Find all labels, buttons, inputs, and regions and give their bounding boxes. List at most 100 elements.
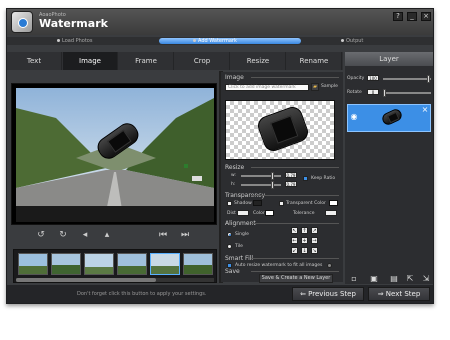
close-button[interactable]: × xyxy=(421,12,431,21)
save-new-layer-button[interactable]: Save & Create a New Layer xyxy=(259,274,333,283)
align-top-left-icon[interactable]: ↖ xyxy=(291,227,298,234)
minimize-button[interactable]: _ xyxy=(407,12,417,21)
next-step-button[interactable]: ⇒ Next Step xyxy=(368,287,430,301)
tab-image[interactable]: Image xyxy=(63,52,118,70)
height-value[interactable]: 0.79 xyxy=(285,181,297,187)
opacity-slider[interactable] xyxy=(383,75,431,83)
previous-step-button[interactable]: ⇐ Previous Step xyxy=(292,287,364,301)
height-slider[interactable] xyxy=(241,181,281,189)
section-resize: Resize xyxy=(225,164,341,171)
width-slider-knob[interactable] xyxy=(271,172,274,180)
title-bar: AoaoPhoto Watermark ? _ × xyxy=(7,9,433,35)
align-center-icon[interactable]: + xyxy=(301,237,308,244)
watermark-image xyxy=(255,104,311,154)
tolerance-label: Tolerance xyxy=(293,211,315,216)
step-add-watermark[interactable]: Add Watermark xyxy=(193,37,237,45)
single-radio[interactable] xyxy=(227,232,232,237)
thumbnail[interactable] xyxy=(183,253,213,275)
opacity-label: Opacity xyxy=(347,76,365,81)
height-slider-knob[interactable] xyxy=(271,181,274,189)
align-top-right-icon[interactable]: ↗ xyxy=(311,227,318,234)
section-smart-fill: Smart Fill xyxy=(225,255,340,262)
thumbnail[interactable] xyxy=(117,253,147,275)
layer-header: Layer xyxy=(345,52,433,66)
footer-bar: Don't forget click this button to apply … xyxy=(7,285,433,303)
tab-resize[interactable]: Resize xyxy=(231,52,286,70)
shadow-color-picker[interactable] xyxy=(265,210,274,216)
section-alignment: Alignment xyxy=(225,220,339,227)
shadow-checkbox[interactable] xyxy=(227,201,232,206)
add-layer-icon[interactable]: ▫ xyxy=(349,274,359,284)
width-value[interactable]: 0.79 xyxy=(285,172,297,178)
transparent-color-checkbox[interactable] xyxy=(279,201,284,206)
tab-bar: Text Image Frame Crop Resize Rename xyxy=(7,52,343,70)
image-settings-panel: Image Click to add image watermark ▰ Sam… xyxy=(221,72,343,283)
layer-close-icon[interactable]: × xyxy=(420,105,430,115)
transparent-color-label: Transparent Color xyxy=(286,201,326,206)
rotate-value[interactable]: 0 xyxy=(367,89,379,95)
transparent-color-swatch[interactable] xyxy=(329,200,338,206)
save-layer-icon[interactable]: ▤ xyxy=(389,274,399,284)
thumbnail-image xyxy=(118,254,146,274)
auto-resize-label: Auto resize watermark to fit all images xyxy=(235,263,323,268)
keep-ratio-label: Keep Ratio xyxy=(311,176,336,181)
thumbnail[interactable] xyxy=(51,253,81,275)
thumbnail[interactable] xyxy=(84,253,114,275)
thumbnail-image xyxy=(184,254,212,274)
section-transparency: Transparency xyxy=(225,192,340,199)
tab-crop[interactable]: Crop xyxy=(175,52,230,70)
eye-icon[interactable]: ◉ xyxy=(349,112,359,122)
align-bottom-left-icon[interactable]: ↙ xyxy=(291,247,298,254)
previous-image-icon[interactable]: ⏮ xyxy=(157,229,169,241)
folder-icon[interactable]: ▰ xyxy=(311,83,319,91)
help-button[interactable]: ? xyxy=(393,12,403,21)
rotate-left-icon[interactable]: ↺ xyxy=(35,229,47,241)
tile-radio[interactable] xyxy=(227,244,232,249)
section-image: Image xyxy=(225,74,338,81)
next-image-icon[interactable]: ⏭ xyxy=(179,229,191,241)
copy-layer-icon[interactable]: ▣ xyxy=(369,274,379,284)
image-path-input[interactable]: Click to add image watermark xyxy=(225,84,309,91)
tab-frame[interactable]: Frame xyxy=(119,52,174,70)
rotate-right-icon[interactable]: ↻ xyxy=(57,229,69,241)
align-bottom-right-icon[interactable]: ↘ xyxy=(311,247,318,254)
brand-title: Watermark xyxy=(39,17,108,30)
import-layer-icon[interactable]: ⇲ xyxy=(421,274,431,284)
rotate-slider-knob[interactable] xyxy=(383,89,386,97)
tab-rename[interactable]: Rename xyxy=(287,52,342,70)
align-top-icon[interactable]: ↑ xyxy=(301,227,308,234)
thumbnail[interactable] xyxy=(150,253,180,275)
step-load-photos[interactable]: Load Photos xyxy=(57,37,92,45)
thumbnail[interactable] xyxy=(18,253,48,275)
layer-panel: Layer Opacity 100 Rotate 0 ◉ × ▫ ▣ ▤ ⇱ ⇲ xyxy=(345,52,433,284)
photo-preview[interactable] xyxy=(11,83,217,225)
align-right-icon[interactable]: → xyxy=(311,237,318,244)
width-label: w: xyxy=(231,173,236,178)
thumbnail-scrollbar[interactable] xyxy=(16,278,214,282)
keep-ratio-checkbox[interactable] xyxy=(303,176,308,181)
shadow-color-swatch[interactable] xyxy=(253,200,262,206)
align-left-icon[interactable]: ← xyxy=(291,237,298,244)
layer-item[interactable]: ◉ × xyxy=(347,104,431,132)
tab-text[interactable]: Text xyxy=(7,52,62,70)
opacity-slider-knob[interactable] xyxy=(427,75,430,83)
rotate-slider[interactable] xyxy=(383,89,431,97)
opacity-value[interactable]: 100 xyxy=(367,75,379,81)
height-label: h: xyxy=(231,182,236,187)
section-save: Save xyxy=(225,268,337,275)
preview-controls: ↺ ↻ ◂ ▴ ⏮ ⏭ xyxy=(7,229,219,243)
step-output[interactable]: Output xyxy=(341,37,363,45)
single-label: Single xyxy=(235,232,249,237)
dist-label: Dist xyxy=(227,211,236,216)
flip-horizontal-icon[interactable]: ◂ xyxy=(79,229,91,241)
help-icon[interactable] xyxy=(327,263,332,268)
step-dot-icon xyxy=(57,39,60,42)
align-bottom-icon[interactable]: ↓ xyxy=(301,247,308,254)
flip-vertical-icon[interactable]: ▴ xyxy=(101,229,113,241)
dist-value[interactable] xyxy=(237,210,249,216)
export-layer-icon[interactable]: ⇱ xyxy=(405,274,415,284)
tolerance-value[interactable] xyxy=(325,210,337,216)
sample-link[interactable]: Sample xyxy=(321,84,338,89)
arrow-right-icon: ⇒ xyxy=(377,290,386,298)
width-slider[interactable] xyxy=(241,172,281,180)
